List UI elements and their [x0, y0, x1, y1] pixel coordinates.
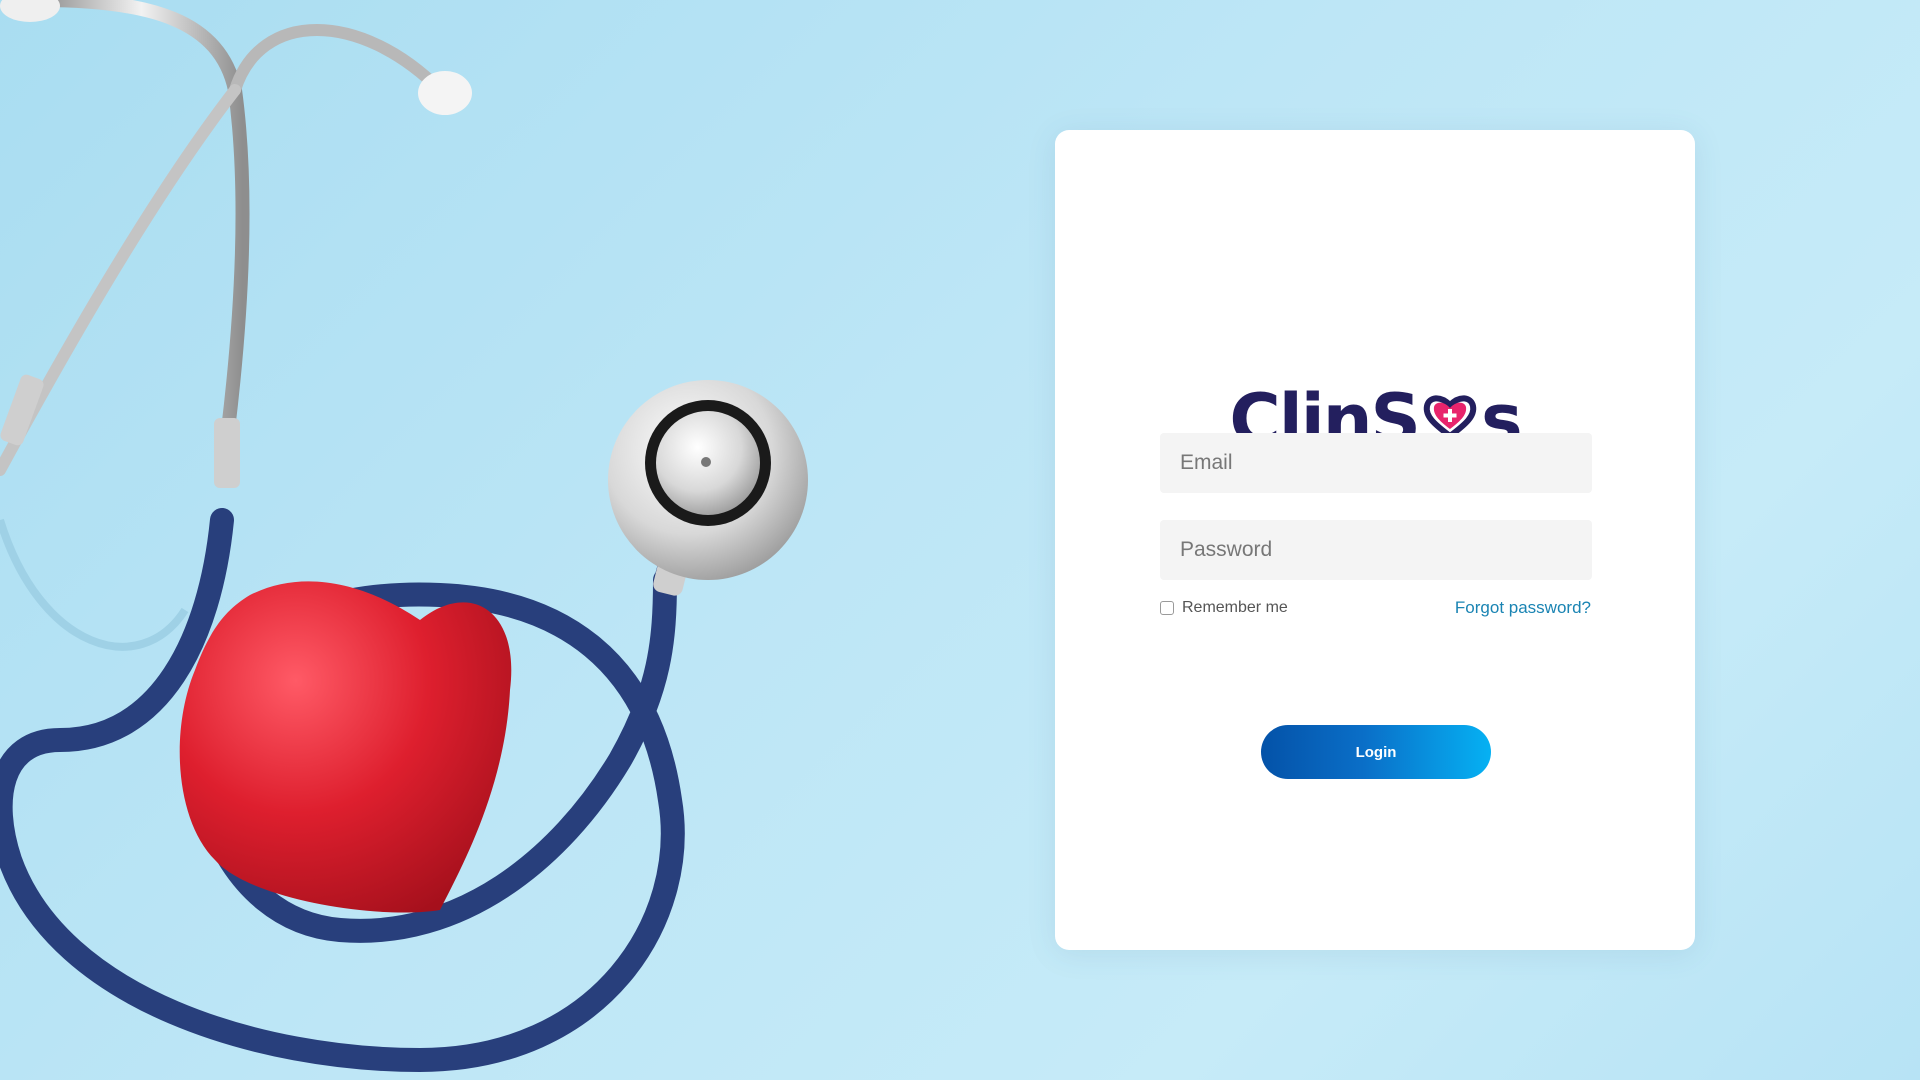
- login-card: ClinS s Remember me Forgot password? Log…: [1055, 130, 1695, 950]
- password-field[interactable]: [1160, 520, 1592, 580]
- remember-me[interactable]: Remember me: [1160, 599, 1288, 617]
- heart-icon: [179, 581, 512, 913]
- login-button[interactable]: Login: [1261, 725, 1491, 779]
- remember-me-label: Remember me: [1182, 599, 1288, 616]
- forgot-password-link[interactable]: Forgot password?: [1455, 598, 1591, 618]
- remember-me-checkbox[interactable]: [1160, 601, 1174, 615]
- email-field[interactable]: [1160, 433, 1592, 493]
